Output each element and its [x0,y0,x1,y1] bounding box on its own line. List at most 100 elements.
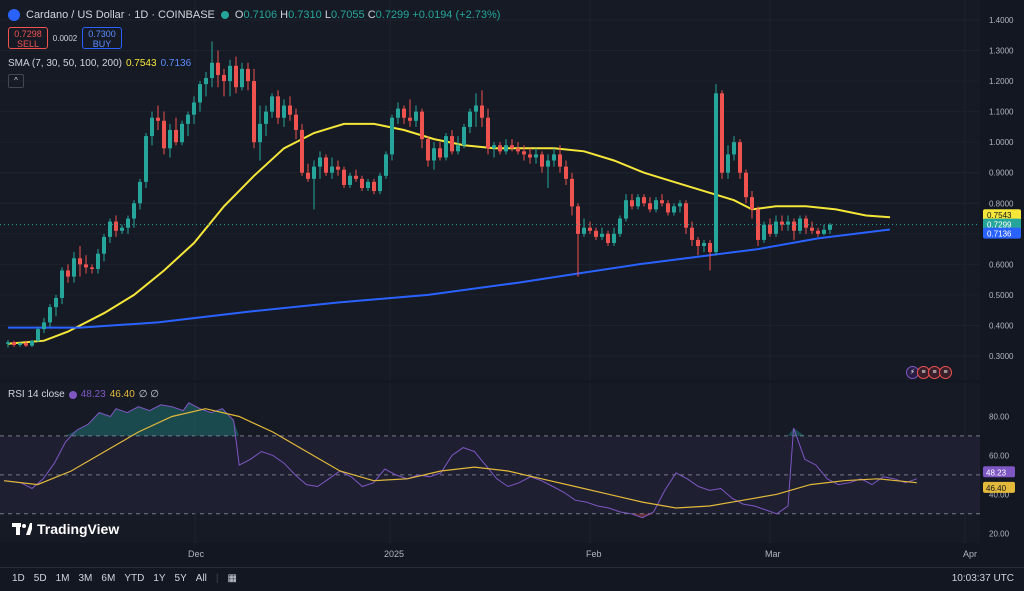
candle-body [150,117,154,137]
candle-body [726,154,730,173]
candle-body [342,169,346,185]
candle-body [522,151,526,155]
rsi-legend-label: RSI 14 close [8,389,65,400]
rsi-value-label: 48.23 [986,468,1007,477]
candle-body [102,236,106,254]
candle-body [510,145,514,149]
candle-body [504,145,508,152]
candle-body [108,221,112,237]
tradingview-logo-icon [12,523,32,535]
collapse-legend-chevron-up-icon[interactable]: ^ [8,74,24,88]
candle-body [516,148,520,152]
us-flag-icon[interactable]: ≡ [939,366,952,379]
candle-body [384,154,388,176]
candle-body [582,227,586,234]
bottom-toolbar: 1D 5D 1M 3M 6M YTD 1Y 5Y All | ▦ 10:03:3… [0,567,1024,591]
range-1y-button[interactable]: 1Y [153,573,165,584]
candle-body [276,96,280,118]
range-3m-button[interactable]: 3M [79,573,93,584]
clock[interactable]: 10:03:37 UTC [952,573,1014,584]
candle-body [666,203,670,213]
change-value: +0.0194 (+2.73%) [412,9,501,21]
candle-body [48,307,52,323]
candle-body [816,230,820,234]
candle-body [606,233,610,243]
price-tick-label: 0.5000 [989,291,1014,300]
symbol-title[interactable]: Cardano / US Dollar · 1D · COINBASE [26,9,215,21]
candle-body [246,68,250,82]
candle-body [762,224,766,240]
price-tick-label: 0.8000 [989,199,1014,208]
sell-label: SELL [16,39,40,49]
candle-body [162,120,166,149]
candle-body [432,148,436,161]
candle-body [354,175,358,179]
close-value: 0.7299 [375,9,410,21]
candle-body [450,136,454,152]
sell-price: 0.7298 [14,29,42,39]
range-all-button[interactable]: All [196,573,207,584]
rsi-axis[interactable]: 80.00 60.00 40.00 20.00 48.23 46.40 [981,383,1024,543]
sma-legend[interactable]: SMA (7, 30, 50, 100, 200) 0.7543 0.7136 [8,58,191,69]
rsi-tick-label: 20.00 [989,529,1010,538]
candle-body [576,206,580,234]
candle-body [390,117,394,155]
candle-body [120,227,124,231]
range-6m-button[interactable]: 6M [101,573,115,584]
candle-body [654,200,658,210]
candle-body [336,166,340,170]
candle-body [552,154,556,161]
rsi-pane[interactable] [0,383,980,543]
candle-body [222,74,226,82]
range-5y-button[interactable]: 5Y [175,573,187,584]
candle-body [528,154,532,158]
candle-body [144,136,148,182]
candle-body [234,65,238,88]
candle-body [600,233,604,237]
candle-body [96,253,100,269]
tradingview-logo[interactable]: TradingView [12,521,119,537]
price-chart-pane[interactable] [0,0,980,380]
price-tick-label: 1.2000 [989,77,1014,86]
price-axis[interactable]: 1.4000 1.3000 1.2000 1.1000 1.0000 0.9000 0.80… [981,0,1024,380]
candle-body [624,200,628,219]
rsi-value: 48.23 [80,389,106,400]
candle-body [462,126,466,146]
rsi-chart[interactable] [0,383,980,543]
rsi-ma-value-label: 46.40 [986,484,1007,493]
price-chart[interactable] [0,0,980,380]
candle-body [678,203,682,207]
candle-body [420,111,424,140]
candle-body [702,242,706,247]
candle-body [198,84,202,103]
range-1m-button[interactable]: 1M [56,573,70,584]
range-1d-button[interactable]: 1D [12,573,25,584]
time-tick-label: Feb [586,549,602,559]
buy-button[interactable]: 0.7300 BUY [82,27,122,49]
candle-body [486,117,490,149]
sell-button[interactable]: 0.7298 SELL [8,27,48,49]
rsi-legend[interactable]: RSI 14 close 48.23 46.40 ∅ ∅ [8,389,159,400]
time-axis[interactable]: Dec 2025 Feb Mar Apr [0,543,980,567]
market-status-icon [220,11,229,19]
candle-body [264,111,268,124]
candle-body [414,111,418,121]
candle-body [708,242,712,253]
candle-body [642,197,646,204]
candle-body [174,129,178,143]
range-ytd-button[interactable]: YTD [124,573,144,584]
candle-body [444,136,448,158]
sma-legend-label: SMA (7, 30, 50, 100, 200) [8,58,122,69]
candle-body [684,203,688,228]
candle-body [492,145,496,149]
range-5d-button[interactable]: 5D [34,573,47,584]
candle-body [438,148,442,158]
event-badges[interactable]: ⚡ ≡ ≡ ≡ [906,366,952,379]
candle-body [828,224,832,230]
candle-body [732,142,736,155]
calendar-icon[interactable]: ▦ [228,573,237,584]
candle-body [210,62,214,79]
price-tick-label: 0.9000 [989,169,1014,178]
candle-body [558,154,562,167]
candle-body [294,114,298,130]
